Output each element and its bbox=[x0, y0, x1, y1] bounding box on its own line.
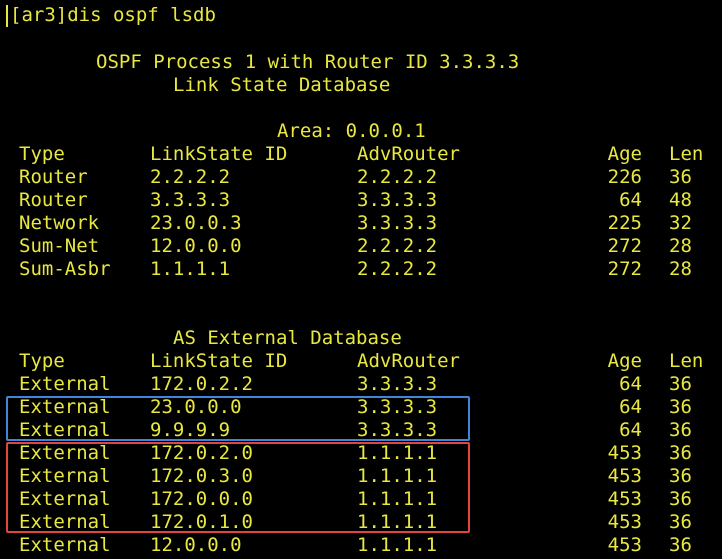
cell-age: Age bbox=[607, 143, 642, 165]
cell-len: Len bbox=[669, 143, 704, 165]
cell-len: 36 bbox=[669, 488, 692, 510]
table-row: Network 23.0.0.3 3.3.3.3 225 32 bbox=[0, 212, 722, 235]
cell-len: 36 bbox=[669, 166, 692, 188]
cell-len: Len bbox=[669, 350, 704, 372]
command-line: [ar3]dis ospf lsdb bbox=[10, 4, 216, 26]
cell-age: 64 bbox=[619, 373, 642, 395]
table-row: External 12.0.0.0 1.1.1.1 453 36 bbox=[0, 534, 722, 557]
column-header-row: Type LinkState ID AdvRouter Age Len bbox=[0, 350, 722, 373]
table-row: Router 2.2.2.2 2.2.2.2 226 36 bbox=[0, 166, 722, 189]
table-row: Sum-Net 12.0.0.0 2.2.2.2 272 28 bbox=[0, 235, 722, 258]
table-row: Sum-Asbr 1.1.1.1 2.2.2.2 272 28 bbox=[0, 258, 722, 281]
cell-age: 272 bbox=[607, 235, 642, 257]
highlight-box-blue bbox=[6, 396, 470, 441]
cell-len: 36 bbox=[669, 442, 692, 464]
table-row: Router 3.3.3.3 3.3.3.3 64 48 bbox=[0, 189, 722, 212]
cell-len: 36 bbox=[669, 419, 692, 441]
cell-len: 36 bbox=[669, 511, 692, 533]
external-db-title: AS External Database bbox=[173, 327, 402, 349]
cell-len: 36 bbox=[669, 534, 692, 556]
cell-age: 225 bbox=[607, 212, 642, 234]
cell-len: 36 bbox=[669, 373, 692, 395]
cell-len: 36 bbox=[669, 396, 692, 418]
area-line: Area: 0.0.0.1 bbox=[277, 120, 426, 142]
lsdb-title: Link State Database bbox=[173, 74, 391, 96]
cell-len: 36 bbox=[669, 465, 692, 487]
cell-age: 272 bbox=[607, 258, 642, 280]
cell-age: 453 bbox=[607, 534, 642, 556]
highlight-box-red bbox=[6, 442, 470, 533]
cell-len: 32 bbox=[669, 212, 692, 234]
cursor-bar bbox=[6, 5, 8, 27]
cell-len: 48 bbox=[669, 189, 692, 211]
terminal-window[interactable]: [ar3]dis ospf lsdb OSPF Process 1 with R… bbox=[0, 0, 722, 559]
cell-age: 64 bbox=[619, 189, 642, 211]
cell-len: 28 bbox=[669, 258, 692, 280]
column-header-row: Type LinkState ID AdvRouter Age Len bbox=[0, 143, 722, 166]
cell-len: 28 bbox=[669, 235, 692, 257]
cell-age: Age bbox=[607, 350, 642, 372]
process-header: OSPF Process 1 with Router ID 3.3.3.3 bbox=[96, 51, 520, 73]
cell-age: 226 bbox=[607, 166, 642, 188]
table-row: External 172.0.2.2 3.3.3.3 64 36 bbox=[0, 373, 722, 396]
